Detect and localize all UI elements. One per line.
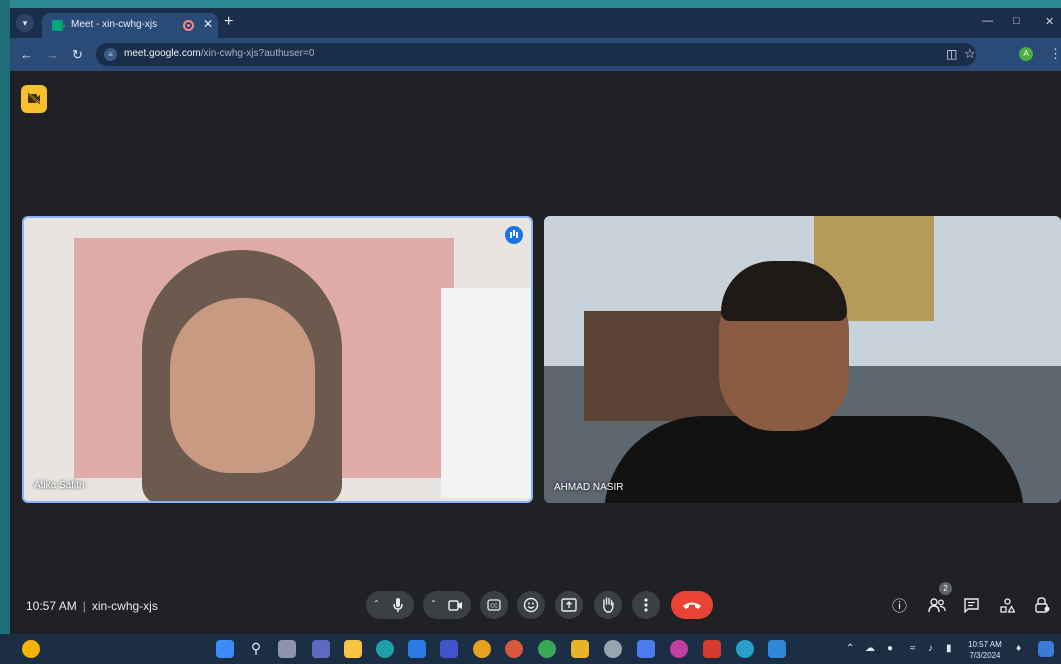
vscode-icon[interactable] [768, 640, 786, 658]
meet-stage: Atika Safitri AHMAD NASIR 10:57 AM | xin-c… [10, 71, 1061, 634]
url-host: meet.google.com [124, 48, 201, 59]
browser-toolbar: ← → ↻ ≡ meet.google.com/xin-cwhg-xjs?aut… [10, 38, 1061, 71]
clock-time: 10:57 AM [968, 640, 1002, 649]
app-icon[interactable] [440, 640, 458, 658]
raise-hand-icon [603, 597, 614, 613]
url-text[interactable]: meet.google.com/xin-cwhg-xjs?authuser=0 [124, 48, 314, 59]
leave-call-button[interactable] [671, 591, 713, 619]
teams-icon[interactable] [312, 640, 330, 658]
tab-strip: ▾ Meet - xin-cwhg-xjs ✕ + — □ ✕ [10, 8, 1061, 38]
captions-button[interactable]: CC [480, 591, 508, 619]
participant-name: Atika Safitri [34, 480, 85, 491]
taskbar: ⚲ ⌃ ☁ ● ≈ ♪ ▮ 10:57 AM 7/3/2024 ♦ [0, 634, 1061, 664]
desktop-background [0, 0, 1061, 8]
app-icon[interactable] [736, 640, 754, 658]
present-screen-icon [561, 598, 577, 612]
weather-widget-icon[interactable] [22, 640, 40, 658]
taskbar-clock[interactable]: 10:57 AM 7/3/2024 [968, 639, 1002, 661]
participant-count-badge: 2 [939, 582, 952, 595]
participant-tile[interactable]: Atika Safitri [22, 216, 533, 503]
browser-window: ▾ Meet - xin-cwhg-xjs ✕ + — □ ✕ ← → ↻ ≡ … [10, 8, 1061, 634]
meeting-details-icon[interactable]: ⓘ [892, 595, 907, 616]
forward-icon[interactable]: → [46, 47, 59, 62]
closed-captions-icon: CC [487, 599, 501, 611]
raise-hand-button[interactable] [594, 591, 622, 619]
bookmark-star-icon[interactable]: ☆ [964, 46, 976, 62]
chrome-profile-icon[interactable] [505, 640, 523, 658]
emoji-icon [523, 597, 539, 613]
app-icon[interactable] [604, 640, 622, 658]
chrome-active-icon[interactable] [538, 640, 556, 658]
participant-video-background [441, 288, 531, 498]
speaking-indicator-icon [505, 226, 523, 244]
more-vertical-icon [644, 598, 648, 612]
end-call-icon [683, 602, 701, 609]
participant-face [170, 298, 315, 473]
tab-close-icon[interactable]: ✕ [203, 17, 213, 31]
new-tab-icon[interactable]: + [224, 13, 233, 31]
microphone-icon [393, 598, 403, 612]
close-window-icon[interactable]: ✕ [1045, 15, 1054, 28]
docs-icon[interactable] [637, 640, 655, 658]
host-controls-icon[interactable] [1035, 597, 1050, 613]
back-icon[interactable]: ← [20, 47, 33, 62]
participant-name: AHMAD NASIR [554, 482, 624, 493]
search-icon[interactable]: ⚲ [247, 640, 265, 658]
people-icon[interactable] [928, 598, 946, 613]
tab-meet[interactable]: Meet - xin-cwhg-xjs ✕ [42, 13, 218, 38]
volume-icon[interactable]: ♪ [928, 643, 933, 654]
reload-icon[interactable]: ↻ [72, 47, 83, 63]
reactions-button[interactable] [517, 591, 545, 619]
store-icon[interactable] [408, 640, 426, 658]
app-icon[interactable] [571, 640, 589, 658]
meeting-info: 10:57 AM | xin-cwhg-xjs [26, 599, 158, 613]
start-menu-icon[interactable] [216, 640, 234, 658]
file-explorer-icon[interactable] [344, 640, 362, 658]
show-hidden-icons-icon[interactable]: ⌃ [846, 643, 854, 654]
clock-date: 7/3/2024 [969, 651, 1001, 660]
onedrive-icon[interactable]: ☁ [865, 643, 875, 654]
url-path: /xin-cwhg-xjs?authuser=0 [200, 48, 315, 59]
battery-icon[interactable]: ▮ [946, 643, 952, 654]
activities-icon[interactable] [1000, 598, 1015, 613]
chrome-icon[interactable] [473, 640, 491, 658]
camera-permission-icon[interactable]: ◫ [946, 47, 957, 61]
browser-menu-icon[interactable]: ⋮ [1049, 46, 1061, 62]
meeting-time: 10:57 AM [26, 599, 77, 613]
meet-favicon-icon [52, 20, 66, 31]
notification-bell-icon[interactable]: ♦ [1016, 643, 1021, 654]
tab-search-icon[interactable]: ▾ [16, 14, 34, 32]
participant-tile[interactable]: AHMAD NASIR [544, 216, 1061, 503]
restore-icon[interactable]: □ [1013, 15, 1020, 27]
video-camera-icon [448, 600, 462, 611]
task-view-icon[interactable] [278, 640, 296, 658]
profile-avatar[interactable]: A [1019, 47, 1033, 61]
recording-indicator-icon [183, 20, 194, 31]
wifi-icon[interactable]: ≈ [910, 643, 916, 654]
copilot-icon[interactable] [1038, 641, 1054, 657]
pdf-reader-icon[interactable] [703, 640, 721, 658]
tab-title: Meet - xin-cwhg-xjs [71, 19, 158, 30]
more-options-button[interactable] [632, 591, 660, 619]
microphone-options-icon[interactable]: ⌃ [373, 599, 380, 608]
chrome-profile-icon[interactable] [670, 640, 688, 658]
participant-shirt [604, 416, 1024, 503]
camera-off-badge[interactable] [21, 85, 47, 113]
microphone-button[interactable]: ⌃ [366, 591, 414, 619]
chat-icon[interactable] [964, 598, 979, 613]
desktop-background-strip [0, 0, 10, 664]
minimize-icon[interactable]: — [982, 15, 993, 27]
meeting-info-separator: | [82, 599, 86, 613]
svg-text:CC: CC [490, 604, 498, 610]
camera-button[interactable]: ⌃ [423, 591, 471, 619]
site-info-icon[interactable]: ≡ [104, 48, 117, 61]
microphone-tray-icon[interactable]: ● [887, 643, 893, 654]
edge-icon[interactable] [376, 640, 394, 658]
camera-options-icon[interactable]: ⌃ [430, 599, 437, 608]
meeting-code: xin-cwhg-xjs [91, 599, 158, 613]
video-off-icon [27, 92, 41, 105]
address-bar[interactable]: ≡ meet.google.com/xin-cwhg-xjs?authuser=… [96, 43, 976, 66]
present-screen-button[interactable] [555, 591, 583, 619]
